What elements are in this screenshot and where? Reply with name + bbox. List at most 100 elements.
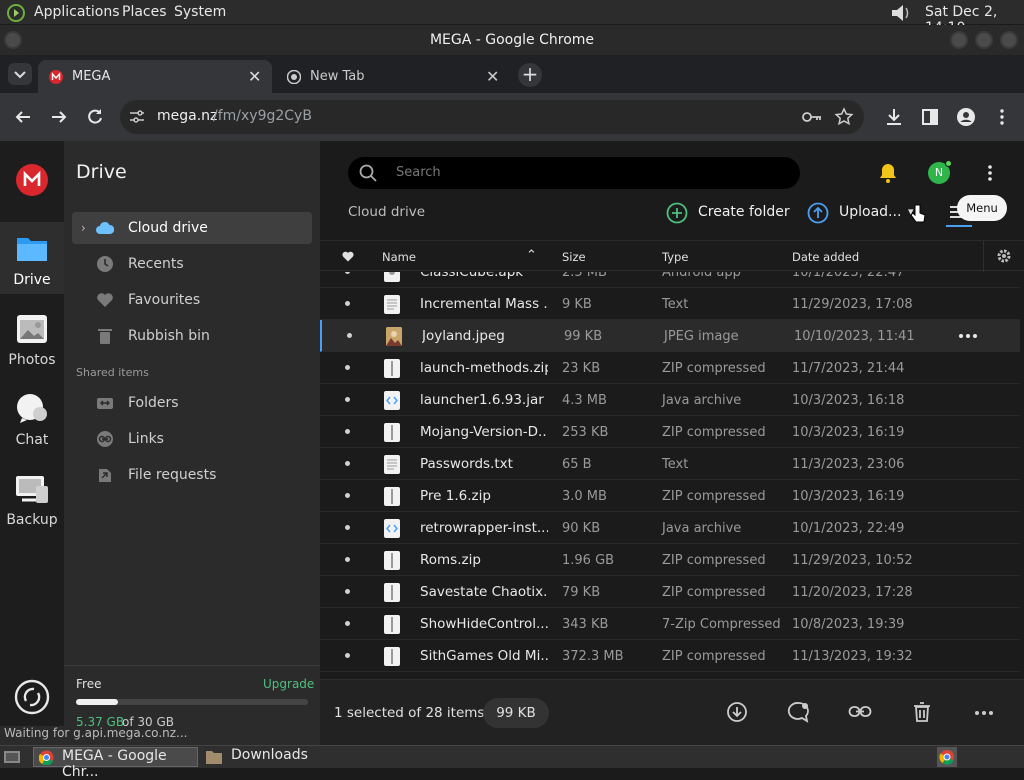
favourite-dot[interactable]	[345, 653, 350, 658]
favourite-dot[interactable]	[345, 621, 350, 626]
breadcrumb[interactable]: Cloud drive	[348, 204, 425, 220]
favourite-dot[interactable]	[345, 301, 350, 306]
side-panel-icon[interactable]	[919, 106, 941, 128]
favourite-dot[interactable]	[345, 525, 350, 530]
window-menu-button[interactable]	[4, 31, 22, 49]
back-icon[interactable]	[12, 106, 34, 128]
table-row[interactable]: SithGames Old Mi... 372.3 MB ZIP compresse…	[320, 640, 1020, 672]
taskbar-item-downloads[interactable]: Downloads	[203, 747, 363, 767]
share-chat-icon[interactable]	[787, 700, 811, 724]
gear-icon[interactable]	[996, 248, 1012, 264]
file-name[interactable]: Joyland.jpeg	[422, 328, 550, 344]
download-icon[interactable]	[883, 106, 905, 128]
app-menu-logo-icon[interactable]	[6, 3, 26, 23]
table-row[interactable]: launcher1.6.93.jar 4.3 MB Java archive 10/3…	[320, 384, 1020, 416]
file-name[interactable]: Passwords.txt	[420, 456, 548, 472]
sidebar-item-cloud-drive[interactable]: › Cloud drive	[72, 212, 312, 244]
col-date[interactable]: Date added	[792, 250, 859, 264]
omnibox[interactable]: mega.nz /fm/xy9g2CyB	[120, 100, 864, 134]
sidebar-item-rubbish-bin[interactable]: Rubbish bin	[72, 320, 312, 352]
table-row[interactable]: Savestate Chaotix... 79 KB ZIP compressed 1…	[320, 576, 1020, 608]
favourite-dot[interactable]	[345, 429, 350, 434]
more-options-icon[interactable]	[980, 163, 1000, 183]
mega-logo-icon[interactable]	[16, 164, 48, 196]
row-more-icon[interactable]	[958, 333, 978, 339]
upgrade-link[interactable]: Upgrade	[263, 677, 314, 691]
file-name[interactable]: Savestate Chaotix...	[420, 584, 548, 600]
table-row[interactable]: Incremental Mass ... 9 KB Text 11/29/2023, …	[320, 288, 1020, 320]
file-name[interactable]: launch-methods.zip	[420, 360, 548, 376]
file-name[interactable]: launcher1.6.93.jar	[420, 392, 548, 408]
sidebar-item-file-requests[interactable]: File requests	[72, 459, 312, 491]
file-name[interactable]: ClassiCube.apk	[420, 272, 548, 280]
transfer-manager-icon[interactable]	[14, 679, 50, 715]
table-row[interactable]: launch-methods.zip 23 KB ZIP compressed 11/…	[320, 352, 1020, 384]
sidebar-item-favourites[interactable]: Favourites	[72, 284, 312, 316]
table-row[interactable]: Mojang-Version-D... 253 KB ZIP compressed 1…	[320, 416, 1020, 448]
menu-places[interactable]: Places	[122, 4, 167, 20]
menu-applications[interactable]: Applications	[34, 4, 120, 20]
key-icon[interactable]	[802, 109, 822, 125]
col-type[interactable]: Type	[662, 250, 688, 264]
close-tab-icon[interactable]: ✕	[486, 60, 499, 93]
sidebar-item-links[interactable]: Links	[72, 423, 312, 455]
col-name[interactable]: Name	[382, 250, 416, 264]
reload-icon[interactable]	[84, 106, 106, 128]
table-row[interactable]: retrowrapper-inst... 90 KB Java archive 10/…	[320, 512, 1020, 544]
bell-icon[interactable]	[877, 162, 899, 184]
favourite-dot[interactable]	[345, 365, 350, 370]
heart-icon[interactable]	[342, 251, 354, 262]
forward-icon[interactable]	[48, 106, 70, 128]
more-horizontal-icon[interactable]	[974, 710, 994, 716]
favourite-dot[interactable]	[345, 589, 350, 594]
search-box[interactable]: Search	[348, 157, 800, 189]
file-name[interactable]: Roms.zip	[420, 552, 548, 568]
site-settings-icon[interactable]	[128, 109, 146, 125]
sidebar-item-recents[interactable]: Recents	[72, 248, 312, 280]
rail-drive[interactable]: Drive	[0, 222, 64, 294]
favourite-dot[interactable]	[347, 333, 352, 338]
file-name[interactable]: ShowHideControl...	[420, 616, 548, 632]
favourite-dot[interactable]	[345, 397, 350, 402]
chrome-tray-icon[interactable]	[937, 747, 957, 767]
rail-backup[interactable]: Backup	[0, 462, 64, 534]
download-icon[interactable]	[726, 701, 748, 723]
table-row[interactable]: ShowHideControl... 343 KB 7-Zip Compressed…	[320, 608, 1020, 640]
link-icon[interactable]	[848, 702, 872, 722]
file-name[interactable]: SithGames Old Mi...	[420, 648, 548, 664]
favourite-dot[interactable]	[345, 493, 350, 498]
favourite-dot[interactable]	[345, 272, 350, 274]
file-name[interactable]: Mojang-Version-D...	[420, 424, 548, 440]
file-name[interactable]: Incremental Mass ...	[420, 296, 548, 312]
favourite-dot[interactable]	[345, 557, 350, 562]
table-row[interactable]: Passwords.txt 65 B Text 11/3/2023, 23:06	[320, 448, 1020, 480]
table-row[interactable]: Roms.zip 1.96 GB ZIP compressed 11/29/2023,…	[320, 544, 1020, 576]
chevron-right-icon[interactable]: ›	[81, 212, 86, 244]
show-desktop-icon[interactable]	[3, 749, 21, 765]
table-row[interactable]: ClassiCube.apk 2.5 MB Android app 10/1/2023…	[320, 272, 1020, 288]
taskbar-item-chrome[interactable]: MEGA - Google Chr...	[33, 747, 198, 780]
minimize-button[interactable]	[950, 31, 968, 49]
maximize-button[interactable]	[975, 31, 993, 49]
trash-icon[interactable]	[912, 701, 932, 723]
sidebar-item-folders[interactable]: Folders	[72, 387, 312, 419]
table-row[interactable]: Pre 1.6.zip 3.0 MB ZIP compressed 10/3/2023…	[320, 480, 1020, 512]
close-tab-icon[interactable]: ✕	[248, 60, 261, 93]
tab-search-button[interactable]	[8, 63, 32, 85]
chrome-menu-icon[interactable]	[991, 106, 1013, 128]
table-row[interactable]: Joyland.jpeg 99 KB JPEG image 10/10/2023, 1…	[320, 320, 1020, 352]
menu-system[interactable]: System	[174, 4, 226, 20]
file-name[interactable]: Pre 1.6.zip	[420, 488, 548, 504]
rail-chat[interactable]: Chat	[0, 382, 64, 454]
close-window-button[interactable]	[1000, 31, 1018, 49]
tab-mega[interactable]: MEGA ✕	[38, 60, 272, 93]
profile-icon[interactable]	[955, 106, 977, 128]
volume-icon[interactable]	[886, 2, 914, 24]
file-name[interactable]: retrowrapper-inst...	[420, 520, 548, 536]
favourite-dot[interactable]	[345, 461, 350, 466]
rail-photos[interactable]: Photos	[0, 302, 64, 374]
sort-ascending-icon[interactable]: ⌃	[526, 248, 537, 263]
tab-new-tab[interactable]: New Tab ✕	[276, 60, 510, 93]
new-tab-button[interactable]: +	[518, 63, 542, 87]
bookmark-star-icon[interactable]	[834, 107, 854, 127]
